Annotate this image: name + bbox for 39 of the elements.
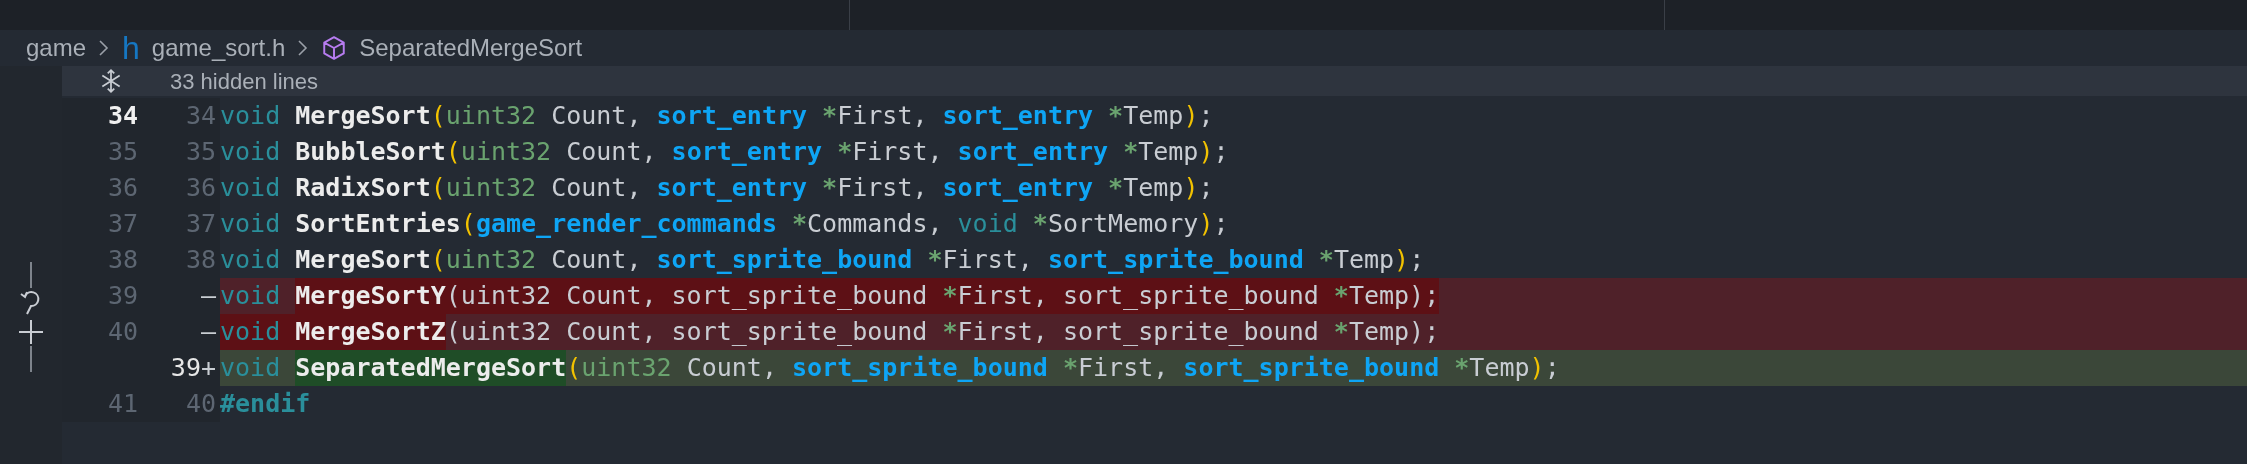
code-line: void SortEntries(game_render_commands *Commands, void *SortMemory); — [220, 208, 1229, 241]
line-number: 34 — [185, 100, 216, 133]
line-number: 34 — [107, 101, 138, 131]
code-line: void SeparatedMergeSort(uint32 Count, sort_sprite_bound *First, sort_sprite_bound *Temp); — [220, 350, 1560, 386]
deleted-marker: — — [200, 280, 216, 313]
code-line: void RadixSort(uint32 Count, sort_entry *First, sort_entry *Temp); — [220, 172, 1214, 205]
line-number: 35 — [185, 136, 216, 169]
plus-icon[interactable] — [17, 318, 45, 346]
breadcrumb-item[interactable]: game — [26, 30, 87, 66]
line-number: 37 — [107, 209, 138, 239]
line-number: 39 — [170, 352, 201, 385]
line-number: 41 — [107, 389, 138, 419]
line-number: 35 — [107, 137, 138, 167]
chevron-icon — [98, 39, 111, 57]
code-line: void MergeSort(uint32 Count, sort_entry *First, sort_entry *Temp); — [220, 100, 1214, 133]
code-line: void MergeSort(uint32 Count, sort_sprite_bound *First, sort_sprite_bound *Temp); — [220, 244, 1425, 277]
line-number: 40 — [107, 317, 138, 347]
code-line: void MergeSortY(uint32 Count, sort_sprite_bound *First, sort_sprite_bound *Temp); — [220, 278, 1440, 314]
hunk-bar-icon — [29, 262, 33, 288]
code-line: #endif — [220, 388, 311, 421]
hidden-lines-bar[interactable]: 33 hidden lines — [62, 66, 2247, 96]
chevron-icon — [297, 39, 310, 57]
line-number: 40 — [185, 388, 216, 421]
hidden-lines-label: 33 hidden lines — [170, 67, 318, 96]
line-number: 37 — [185, 208, 216, 241]
line-number: 38 — [107, 245, 138, 275]
code-line: void BubbleSort(uint32 Count, sort_entry *First, sort_entry *Temp); — [220, 136, 1229, 169]
breadcrumb-item[interactable]: game_sort.h — [151, 30, 286, 66]
line-number: 36 — [185, 172, 216, 205]
deleted-marker: — — [200, 316, 216, 349]
header-file-icon: h — [122, 32, 140, 64]
line-number: 36 — [107, 173, 138, 203]
line-number: 39 — [107, 281, 138, 311]
breadcrumb-item[interactable]: SeparatedMergeSort — [359, 30, 583, 66]
hunk-bar-icon — [29, 346, 33, 372]
line-number: 38 — [185, 244, 216, 277]
added-marker: + — [200, 352, 216, 385]
code-line: void MergeSortZ(uint32 Count, sort_sprite_bound *First, sort_sprite_bound *Temp); — [220, 314, 1440, 350]
cube-icon — [321, 35, 348, 61]
